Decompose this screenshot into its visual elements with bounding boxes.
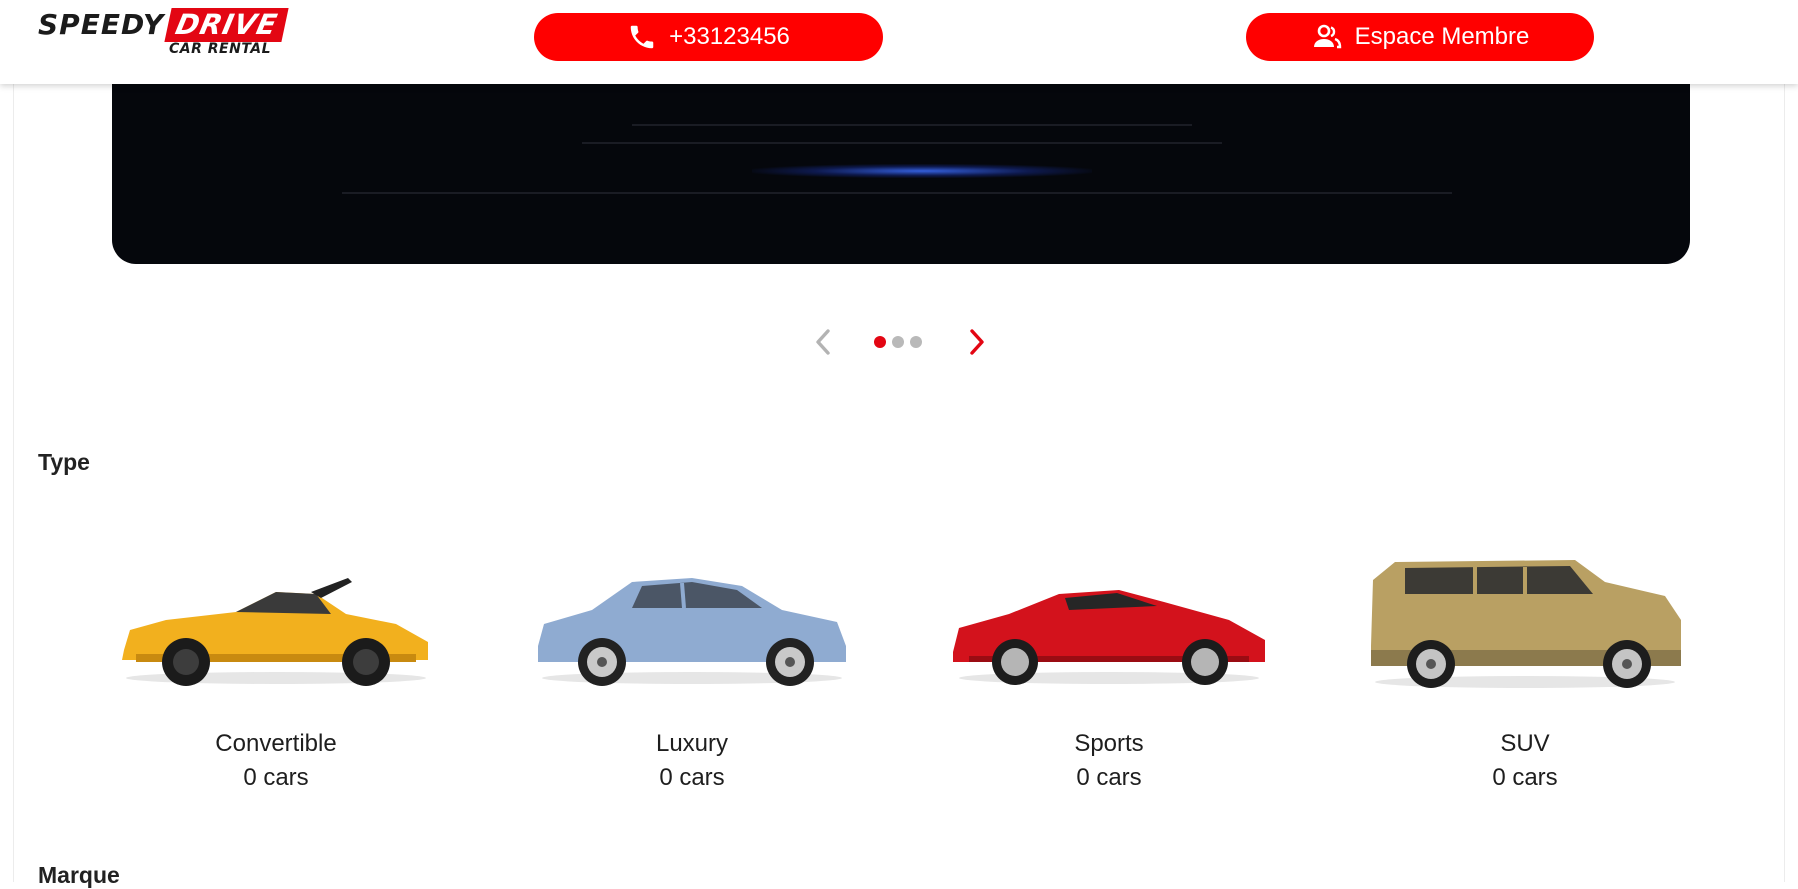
type-name: Convertible bbox=[215, 730, 337, 757]
type-count: 0 cars bbox=[659, 764, 725, 791]
hero-car-silhouette-line bbox=[632, 124, 1192, 126]
member-button-label: Espace Membre bbox=[1354, 23, 1530, 50]
type-card-luxury[interactable]: Luxury 0 cars bbox=[502, 550, 882, 800]
type-count: 0 cars bbox=[243, 764, 309, 791]
carousel-controls bbox=[810, 324, 990, 360]
carousel-dots bbox=[874, 336, 922, 348]
type-count: 0 cars bbox=[1076, 764, 1142, 791]
convertible-car-image bbox=[122, 578, 428, 686]
chevron-right-icon bbox=[970, 329, 984, 355]
type-count: 0 cars bbox=[1492, 764, 1558, 791]
logo-word-drive: DRIVE bbox=[164, 8, 289, 42]
phone-button-label: +33123456 bbox=[669, 23, 790, 50]
type-card-suv[interactable]: SUV 0 cars bbox=[1335, 550, 1715, 800]
sports-car-image bbox=[953, 590, 1265, 685]
site-header: SPEEDY DRIVE CAR RENTAL +33123456 Espace… bbox=[0, 0, 1798, 84]
type-section-title: Type bbox=[38, 449, 90, 475]
type-card-convertible[interactable]: Convertible 0 cars bbox=[86, 550, 466, 800]
logo-tagline: CAR RENTAL bbox=[169, 41, 272, 57]
users-icon bbox=[1313, 24, 1341, 49]
hero-carousel-slide bbox=[112, 84, 1690, 264]
vehicle-type-list: Convertible 0 cars Luxury 0 cars Sports … bbox=[0, 550, 1798, 800]
phone-icon bbox=[630, 25, 654, 49]
phone-button[interactable]: +33123456 bbox=[534, 13, 883, 61]
suv-car-image bbox=[1371, 560, 1681, 688]
carousel-dot[interactable] bbox=[910, 336, 922, 348]
speedy-drive-logo[interactable]: SPEEDY DRIVE CAR RENTAL bbox=[38, 8, 289, 60]
member-area-button[interactable]: Espace Membre bbox=[1246, 13, 1594, 61]
type-name: Luxury bbox=[655, 730, 729, 757]
carousel-dot[interactable] bbox=[892, 336, 904, 348]
carousel-dot[interactable] bbox=[874, 336, 886, 348]
logo-word-speedy: SPEEDY bbox=[38, 8, 165, 41]
chevron-left-icon bbox=[816, 329, 830, 355]
carousel-next-button[interactable] bbox=[962, 326, 990, 358]
carousel-prev-button[interactable] bbox=[810, 326, 838, 358]
marque-section-title: Marque bbox=[38, 862, 120, 888]
hero-car-silhouette-line bbox=[582, 142, 1222, 144]
type-name: Sports bbox=[1074, 730, 1144, 757]
hero-car-silhouette-line bbox=[342, 192, 1452, 194]
luxury-car-image bbox=[538, 578, 846, 686]
hero-headlight-glow bbox=[752, 164, 1092, 178]
type-name: SUV bbox=[1500, 730, 1550, 757]
type-card-sports[interactable]: Sports 0 cars bbox=[919, 550, 1299, 800]
